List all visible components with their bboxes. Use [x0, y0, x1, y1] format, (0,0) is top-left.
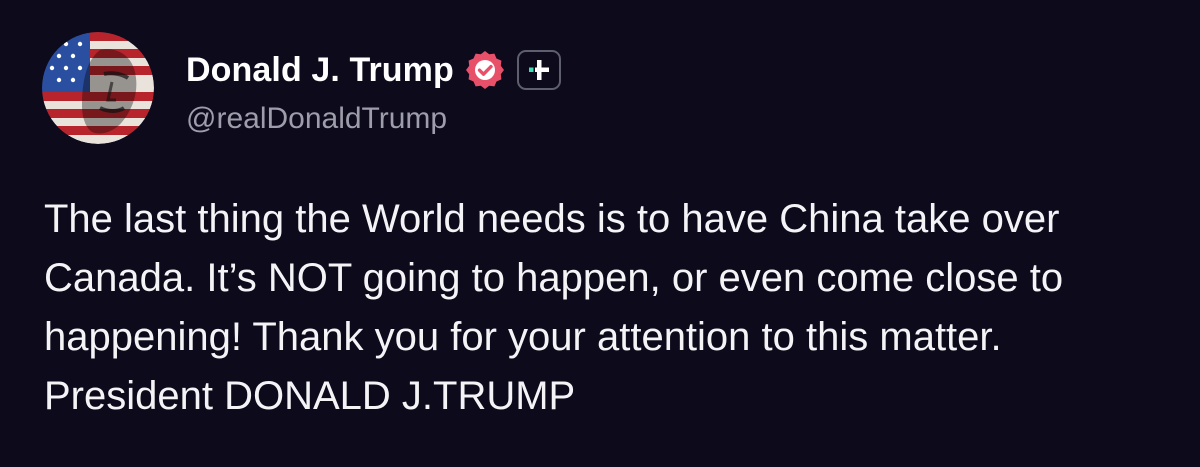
author-display-name[interactable]: Donald J. Trump: [186, 51, 454, 90]
flag-portrait-avatar-icon: [42, 32, 154, 144]
author-handle[interactable]: @realDonaldTrump: [186, 102, 447, 136]
follow-button[interactable]: [516, 50, 561, 90]
post-body-text: The last thing the World needs is to hav…: [44, 197, 1064, 418]
plus-icon: [528, 60, 549, 80]
author-name-row: Donald J. Trump: [186, 47, 561, 93]
verified-check-icon: [464, 49, 506, 91]
post-card: Donald J. Trump @realDonaldTrump The las…: [0, 0, 1200, 467]
avatar[interactable]: [42, 32, 154, 144]
